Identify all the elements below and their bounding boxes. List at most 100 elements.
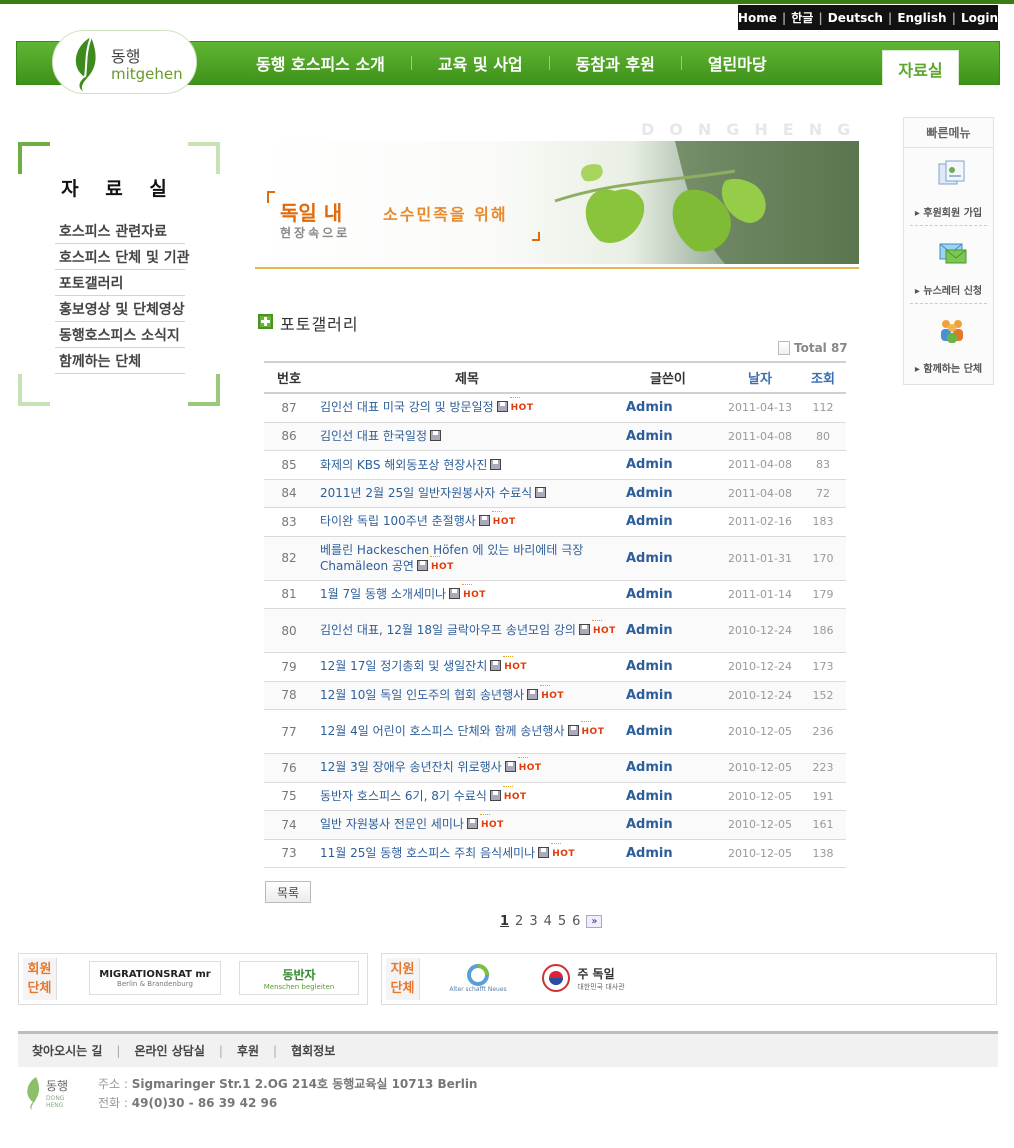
row-title-link[interactable]: 김인선 대표 미국 강의 및 방문일정 HOT — [314, 397, 620, 416]
hot-badge-icon: HOT — [502, 785, 527, 805]
row-author: Admin — [626, 514, 673, 530]
row-views: 191 — [812, 789, 834, 803]
table-row[interactable]: 77 12월 4일 어린이 호스피스 단체와 함께 송년행사 HOT Admin 201… — [264, 710, 846, 754]
leaf-logo-icon — [27, 1077, 40, 1110]
sidebar-item-videos[interactable]: 홍보영상 및 단체영상 — [55, 296, 185, 322]
row-views: 138 — [812, 846, 834, 860]
menu-open-forum[interactable]: 열린마당 — [682, 51, 793, 75]
row-title-link[interactable]: 2011년 2월 25일 일반자원봉사자 수료식 — [314, 485, 620, 501]
table-row[interactable]: 82 베를린 Hackeschen Höfen 에 있는 바리에테 극장 Cham… — [264, 536, 846, 581]
row-title-link[interactable]: 일반 자원봉사 전문인 세미나 HOT — [314, 814, 620, 833]
support-organizations-label: 지원 단체 — [386, 958, 420, 1000]
gallery-table: 번호 제목 글쓴이 날자 조회 87 김인선 대표 미국 강의 및 방문일정 HOT… — [264, 361, 846, 868]
next-page-button[interactable]: » — [586, 915, 603, 928]
table-row[interactable]: 85 화제의 KBS 해외동포상 현장사진 Admin 2011-04-08 83 — [264, 451, 846, 480]
site-logo[interactable]: 동행 mitgehen — [52, 30, 197, 94]
row-title-link[interactable]: 동반자 호스피스 6기, 8기 수료식 HOT — [314, 785, 620, 805]
logo-german-text: mitgehen — [111, 65, 183, 83]
english-link[interactable]: English — [892, 11, 951, 25]
row-author: Admin — [626, 687, 673, 703]
table-row[interactable]: 76 12월 3일 장애우 송년잔치 위로행사 HOT Admin 2010-12-05… — [264, 754, 846, 783]
page-link-1[interactable]: 1 — [500, 914, 509, 929]
table-row[interactable]: 75 동반자 호스피스 6기, 8기 수료식 HOT Admin 2010-12-05 1… — [264, 783, 846, 811]
page-link-6[interactable]: 6 — [572, 914, 580, 929]
row-date: 2011-04-08 — [728, 458, 792, 472]
menu-about[interactable]: 동행 호스피스 소개 — [230, 51, 411, 75]
table-row[interactable]: 86 김인선 대표 한국일정 Admin 2011-04-08 80 — [264, 422, 846, 451]
quick-menu-join[interactable]: ▸ 후원회원 가입 — [910, 148, 987, 226]
deutsch-link[interactable]: Deutsch — [823, 11, 888, 25]
menu-support[interactable]: 동참과 후원 — [550, 51, 681, 75]
hot-badge-icon: HOT — [429, 555, 454, 575]
hot-badge-icon: HOT — [591, 620, 616, 639]
footer-logo: 동행 DONG HENG — [22, 1075, 82, 1111]
menu-archive-active[interactable]: 자료실 — [882, 50, 959, 86]
row-title-link[interactable]: 12월 10일 독일 인도주의 협회 송년행사 HOT — [314, 684, 620, 704]
row-date: 2011-01-31 — [728, 551, 792, 565]
row-title-link[interactable]: 베를린 Hackeschen Höfen 에 있는 바리에테 극장 Chamäl… — [314, 542, 620, 575]
embassy-seal-icon — [542, 964, 571, 992]
row-title-link[interactable]: 1월 7일 동행 소개세미나 HOT — [314, 583, 620, 603]
table-row[interactable]: 83 타이완 독립 100주년 춘절행사 HOT Admin 2011-02-16 183 — [264, 508, 846, 537]
row-title-link[interactable]: 타이완 독립 100주년 춘절행사 HOT — [314, 511, 620, 530]
list-button[interactable]: 목록 — [265, 881, 311, 903]
footer-link-donate[interactable]: 후원 — [237, 1042, 259, 1059]
migrationsrat-logo[interactable]: MIGRATIONSRAT mr Berlin & Brandenburg — [89, 961, 221, 995]
page-link-2[interactable]: 2 — [515, 914, 523, 929]
quick-menu-partners[interactable]: ▸ 함께하는 단체 — [910, 304, 987, 382]
circle-logo-icon — [467, 963, 489, 986]
row-title-link[interactable]: 12월 17일 정기총회 및 생일잔치 HOT — [314, 656, 620, 675]
page-link-3[interactable]: 3 — [529, 914, 537, 929]
row-author: Admin — [626, 724, 673, 739]
quick-menu-newsletter[interactable]: ▸ 뉴스레터 신청 — [910, 226, 987, 304]
attachment-icon — [490, 660, 502, 672]
menu-education[interactable]: 교육 및 사업 — [412, 51, 549, 75]
alter-schafft-neues-logo[interactable]: Alter schafft Neues — [448, 961, 508, 995]
table-row[interactable]: 84 2011년 2월 25일 일반자원봉사자 수료식 Admin 2011-04-0… — [264, 479, 846, 508]
support-organizations: 지원 단체 Alter schafft Neues 주 독일 대한민국 대사관 — [381, 953, 997, 1005]
page-link-5[interactable]: 5 — [558, 914, 566, 929]
sidebar-item-partner-groups[interactable]: 함께하는 단체 — [55, 348, 185, 374]
row-views: 223 — [812, 761, 834, 775]
row-title-link[interactable]: 화제의 KBS 해외동포상 현장사진 — [314, 457, 620, 473]
table-row[interactable]: 87 김인선 대표 미국 강의 및 방문일정 HOT Admin 2011-04-13 1… — [264, 394, 846, 423]
row-author: Admin — [626, 760, 673, 776]
table-row[interactable]: 73 11월 25일 동행 호스피스 주최 음식세미나 HOT Admin 2010-1… — [264, 840, 846, 868]
login-link[interactable]: Login — [956, 11, 1003, 25]
home-link[interactable]: Home — [733, 11, 782, 25]
row-title-link[interactable]: 11월 25일 동행 호스피스 주최 음식세미나 HOT — [314, 842, 620, 862]
row-date: 2011-01-14 — [728, 587, 792, 601]
sidebar-item-hospice-organizations[interactable]: 호스피스 단체 및 기관 — [55, 244, 190, 270]
sidebar-item-photo-gallery[interactable]: 포토갤러리 — [55, 270, 185, 296]
table-row[interactable]: 80 김인선 대표, 12월 18일 글락아우프 송년모임 강의 HOT Admin 2… — [264, 609, 846, 653]
row-number: 86 — [281, 429, 297, 444]
row-views: 161 — [812, 818, 834, 832]
envelope-icon — [939, 243, 967, 264]
table-row[interactable]: 81 1월 7일 동행 소개세미나 HOT Admin 2011-01-14 179 — [264, 581, 846, 609]
table-row[interactable]: 78 12월 10일 독일 인도주의 협회 송년행사 HOT Admin 2010-12… — [264, 681, 846, 710]
table-row[interactable]: 74 일반 자원봉사 전문인 세미나 HOT Admin 2010-12-05 161 — [264, 811, 846, 840]
hot-badge-icon: HOT — [479, 814, 504, 833]
header-views: 조회 — [811, 372, 835, 387]
footer-link-counseling[interactable]: 온라인 상담실 — [134, 1042, 204, 1059]
row-title-link[interactable]: 12월 4일 어린이 호스피스 단체와 함께 송년행사 HOT — [314, 721, 620, 740]
table-row[interactable]: 79 12월 17일 정기총회 및 생일잔치 HOT Admin 2010-12-24 1… — [264, 653, 846, 682]
row-date: 2010-12-24 — [728, 660, 792, 674]
sidebar-item-newsletter[interactable]: 동행호스피스 소식지 — [55, 322, 185, 348]
korean-embassy-logo[interactable]: 주 독일 대한민국 대사관 — [528, 961, 638, 995]
row-title-link[interactable]: 김인선 대표 한국일정 — [314, 428, 620, 444]
banner-headline-sub: 소수민족을 위해 — [383, 205, 508, 224]
logo-korean-text: 동행 — [111, 47, 141, 66]
row-views: 72 — [816, 486, 830, 500]
page-link-4[interactable]: 4 — [544, 914, 552, 929]
document-icon — [778, 341, 790, 355]
sidebar-item-hospice-materials[interactable]: 호스피스 관련자료 — [55, 218, 185, 244]
korean-link[interactable]: 한글 — [786, 9, 818, 26]
footer-link-directions[interactable]: 찾아오시는 길 — [32, 1042, 102, 1059]
footer-link-association[interactable]: 협회정보 — [291, 1042, 335, 1059]
row-title-link[interactable]: 김인선 대표, 12월 18일 글락아우프 송년모임 강의 HOT — [314, 620, 620, 639]
dongbanja-logo[interactable]: 동반자 Menschen begleiten — [239, 961, 359, 995]
pagination: 1 2 3 4 5 6 » — [500, 914, 603, 929]
row-title-link[interactable]: 12월 3일 장애우 송년잔치 위로행사 HOT — [314, 757, 620, 776]
row-views: 152 — [812, 688, 834, 702]
